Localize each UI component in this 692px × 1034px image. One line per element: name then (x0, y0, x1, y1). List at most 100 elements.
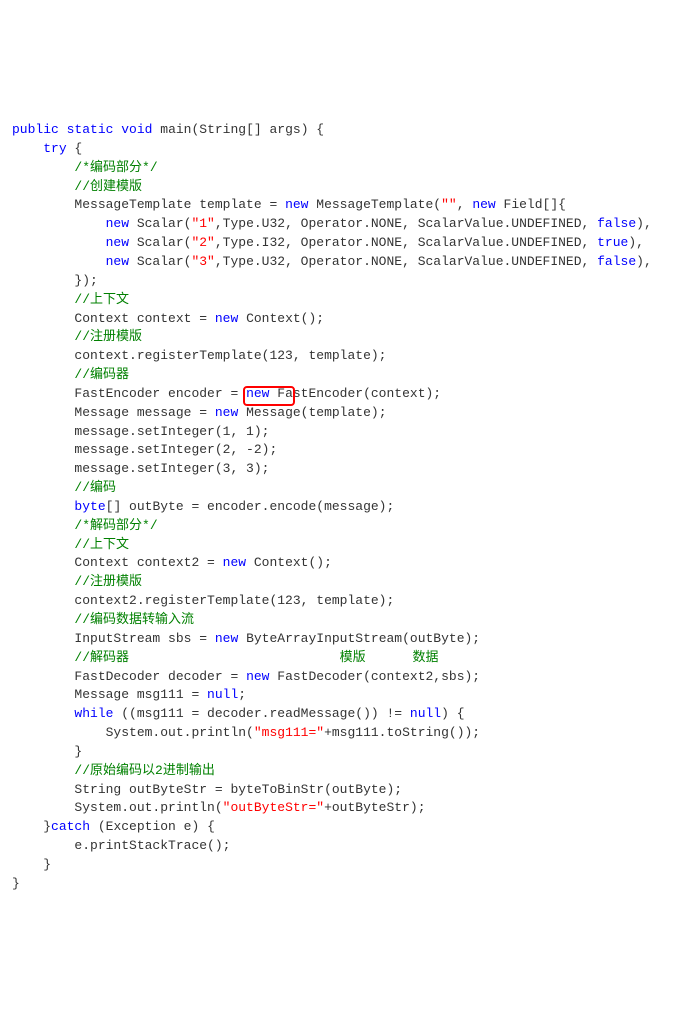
indent (12, 141, 43, 156)
code-token: ) { (441, 706, 464, 721)
code-line: String outByteStr = byteToBinStr(outByte… (12, 781, 680, 800)
code-line: //注册模版 (12, 328, 680, 347)
code-token: ,Type.U32, Operator.NONE, ScalarValue.UN… (215, 216, 597, 231)
code-token: [] outByte = encoder.encode(message); (106, 499, 395, 514)
indent (12, 254, 106, 269)
code-line: Message msg111 = null; (12, 686, 680, 705)
code-token: } (12, 876, 20, 891)
code-token: } (43, 819, 51, 834)
code-line: //编码器 (12, 366, 680, 385)
code-token: byte (74, 499, 105, 514)
code-line: message.setInteger(2, -2); (12, 441, 680, 460)
code-token: //编码器 (74, 367, 129, 382)
indent (12, 216, 106, 231)
indent (12, 631, 74, 646)
code-line: /*解码部分*/ (12, 517, 680, 536)
code-token: while (74, 706, 113, 721)
indent (12, 782, 74, 797)
code-token: false (597, 254, 636, 269)
indent (12, 442, 74, 457)
code-token: Scalar( (129, 254, 191, 269)
code-token: Context context2 = (74, 555, 222, 570)
code-token: Message msg111 = (74, 687, 207, 702)
code-token: "1" (191, 216, 214, 231)
code-token: new (106, 235, 129, 250)
code-token: { (67, 141, 83, 156)
code-token: new (215, 631, 238, 646)
code-token: false (597, 216, 636, 231)
code-token: Context(); (238, 311, 324, 326)
code-token (59, 122, 67, 137)
indent (12, 461, 74, 476)
code-line: new Scalar("3",Type.U32, Operator.NONE, … (12, 253, 680, 272)
code-token: String outByteStr = byteToBinStr(outByte… (74, 782, 402, 797)
code-token: "3" (191, 254, 214, 269)
code-token: try (43, 141, 66, 156)
indent (12, 367, 74, 382)
indent (12, 725, 106, 740)
code-token: } (43, 857, 51, 872)
indent (12, 348, 74, 363)
code-token: //编码 (74, 480, 116, 495)
code-line: } (12, 743, 680, 762)
code-token: } (74, 744, 82, 759)
code-line: new Scalar("1",Type.U32, Operator.NONE, … (12, 215, 680, 234)
code-line: //编码数据转输入流 (12, 611, 680, 630)
code-token: //注册模版 (74, 574, 142, 589)
code-line: System.out.println("outByteStr="+outByte… (12, 799, 680, 818)
indent (12, 329, 74, 344)
code-block: public static void main(String[] args) {… (12, 83, 680, 931)
code-token: FastEncoder encoder = (74, 386, 246, 401)
code-line: Message message = new Message(template); (12, 404, 680, 423)
code-token: //创建模版 (74, 179, 142, 194)
code-token: static (67, 122, 114, 137)
code-token: System.out.println( (106, 725, 254, 740)
indent (12, 537, 74, 552)
code-line: FastDecoder decoder = new FastDecoder(co… (12, 668, 680, 687)
code-line: new Scalar("2",Type.I32, Operator.NONE, … (12, 234, 680, 253)
code-token: , (457, 197, 473, 212)
code-token: true (597, 235, 628, 250)
code-line: //注册模版 (12, 573, 680, 592)
indent (12, 763, 74, 778)
code-token: new (285, 197, 308, 212)
code-line: //上下文 (12, 536, 680, 555)
code-token: ((msg111 = decoder.readMessage()) != (113, 706, 409, 721)
indent (12, 706, 74, 721)
code-token: +msg111.toString()); (324, 725, 480, 740)
code-line: context.registerTemplate(123, template); (12, 347, 680, 366)
code-token: ; (238, 687, 246, 702)
indent (12, 273, 74, 288)
code-line: //解码器 模版 数据 (12, 649, 680, 668)
code-token: message.setInteger(3, 3); (74, 461, 269, 476)
code-token: FastEncoder(context); (269, 386, 441, 401)
code-token: ), (628, 235, 644, 250)
indent (12, 800, 74, 815)
indent (12, 650, 74, 665)
code-token: main(String[] args) { (152, 122, 324, 137)
code-token: ), (636, 216, 652, 231)
code-lines: public static void main(String[] args) {… (12, 121, 680, 894)
indent (12, 405, 74, 420)
code-token: Message(template); (238, 405, 386, 420)
code-token: "outByteStr=" (223, 800, 324, 815)
code-token: new (106, 254, 129, 269)
code-token: Context(); (246, 555, 332, 570)
code-token: ), (636, 254, 652, 269)
code-token: message.setInteger(1, 1); (74, 424, 269, 439)
code-token: ,Type.U32, Operator.NONE, ScalarValue.UN… (215, 254, 597, 269)
code-token: "msg111=" (254, 725, 324, 740)
code-token: //编码数据转输入流 (74, 612, 194, 627)
code-token: Message message = (74, 405, 214, 420)
code-token: "2" (191, 235, 214, 250)
code-token: Scalar( (129, 216, 191, 231)
code-token: new (106, 216, 129, 231)
indent (12, 386, 74, 401)
code-token: InputStream sbs = (74, 631, 214, 646)
indent (12, 687, 74, 702)
code-token: FastDecoder(context2,sbs); (269, 669, 480, 684)
code-line: byte[] outByte = encoder.encode(message)… (12, 498, 680, 517)
code-token: /*解码部分*/ (74, 518, 157, 533)
code-token: context2.registerTemplate(123, template)… (74, 593, 394, 608)
code-line: message.setInteger(3, 3); (12, 460, 680, 479)
